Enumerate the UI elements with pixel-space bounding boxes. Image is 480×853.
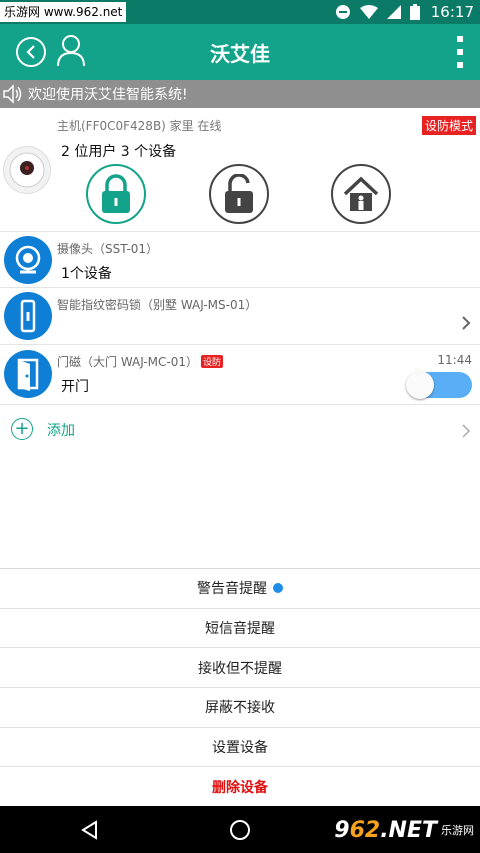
mode-badge: 设防模式 [421,116,476,135]
nav-back-icon[interactable] [80,820,100,840]
selected-dot-icon [273,583,283,594]
lock-device-avatar [4,292,52,340]
app-screen: 乐游网 www.962.net 16:17 沃艾佳 欢迎使用沃艾佳智能系统! 主… [0,0,480,853]
speaker-icon [3,84,22,104]
hub-device-icon [9,152,45,188]
toggle-knob [406,371,434,399]
app-header: 沃艾佳 [0,24,480,80]
plus-icon: + [11,418,33,440]
device-status: 开门 [61,379,89,395]
dot-icon [457,49,463,55]
watermark-bottom: 962.NET 乐游网 [334,817,474,843]
watermark-top: 乐游网 www.962.net [0,2,127,22]
action-sheet: 警告音提醒 短信音提醒 接收但不提醒 屏蔽不接收 设置设备 删除设备 [0,568,480,806]
system-nav-bar: 962.NET 乐游网 [0,806,480,853]
add-device-row[interactable]: + 添加 [0,406,480,454]
menu-item-alarm-sound[interactable]: 警告音提醒 [0,569,480,609]
device-status: 1个设备 [61,266,112,282]
menu-item-label: 屏蔽不接收 [205,700,275,717]
clock: 16:17 [430,3,474,21]
menu-item-label: 删除设备 [212,780,268,797]
more-menu-button[interactable] [456,36,464,68]
menu-item-receive-silent[interactable]: 接收但不提醒 [0,648,480,688]
status-bar: 乐游网 www.962.net 16:17 [0,0,480,24]
host-summary: 2 位用户 3 个设备 [61,144,177,160]
device-time: 11:44 [437,353,472,367]
host-panel: 主机(FF0C0F428B) 家里 在线 2 位用户 3 个设备 设防模式 [0,108,480,232]
menu-item-delete[interactable]: 删除设备 [0,767,480,807]
device-name: 门磁（大门 WAJ-MC-01） [57,355,199,369]
armed-tag: 设防 [201,355,224,368]
menu-item-sms-sound[interactable]: 短信音提醒 [0,609,480,649]
lock-icon [102,174,130,213]
menu-item-label: 短信音提醒 [205,620,275,637]
device-row-door-sensor[interactable]: 门磁（大门 WAJ-MC-01） 设防 11:44 开门 [0,346,480,405]
menu-item-label: 接收但不提醒 [198,660,282,677]
host-subtitle: 主机(FF0C0F428B) 家里 在线 [57,119,222,133]
host-avatar[interactable] [3,146,51,194]
device-name: 摄像头（SST-01） [57,242,159,256]
device-row-camera[interactable]: 摄像头（SST-01） 1个设备 [0,232,480,288]
disarm-button[interactable] [209,164,269,224]
add-label: 添加 [47,423,75,439]
device-name: 智能指纹密码锁（别墅 WAJ-MS-01） [57,298,258,312]
menu-item-settings[interactable]: 设置设备 [0,728,480,768]
door-sensor-toggle[interactable] [406,371,472,399]
chevron-right-icon [462,424,471,438]
fingerprint-lock-icon [20,299,36,333]
dnd-icon [335,5,350,19]
dot-icon [457,62,463,68]
door-device-avatar [4,350,52,398]
door-icon [17,358,39,391]
battery-icon [409,4,420,20]
signal-icon [386,5,401,19]
notice-bar: 欢迎使用沃艾佳智能系统! [0,80,480,108]
home-icon [343,176,379,211]
page-title: 沃艾佳 [210,42,270,66]
arm-button[interactable] [86,164,146,224]
menu-item-block[interactable]: 屏蔽不接收 [0,688,480,728]
notice-text: 欢迎使用沃艾佳智能系统! [28,87,188,103]
menu-item-label: 警告音提醒 [197,581,267,598]
home-mode-button[interactable] [331,164,391,224]
menu-item-label: 设置设备 [212,739,268,756]
dot-icon [457,36,463,42]
nav-home-icon[interactable] [230,820,250,840]
camera-icon [15,245,41,274]
wifi-icon [359,5,378,19]
chevron-right-icon[interactable] [460,314,472,332]
camera-device-avatar [4,236,52,284]
device-row-smart-lock[interactable]: 智能指纹密码锁（别墅 WAJ-MS-01） [0,289,480,345]
unlock-icon [225,174,253,213]
